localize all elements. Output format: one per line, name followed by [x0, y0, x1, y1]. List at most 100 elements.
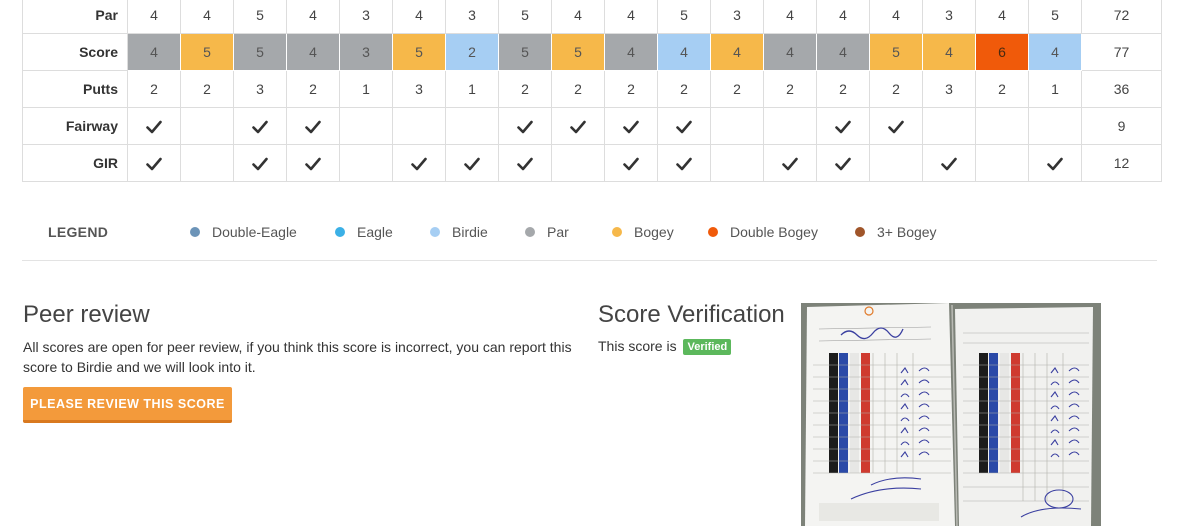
verification-text: This score is: [598, 338, 677, 354]
putts-cell: 3: [233, 70, 287, 108]
par-total: 72: [1081, 0, 1162, 34]
legend-dot-icon: [190, 227, 200, 237]
checkmark-icon: [411, 155, 427, 171]
putts-cell: 2: [657, 70, 711, 108]
score-cell: 2: [445, 33, 499, 71]
gir-check-cell: [551, 144, 605, 182]
gir-check-cell: [657, 144, 711, 182]
checkmark-icon: [676, 118, 692, 134]
putts-cell: 2: [710, 70, 764, 108]
putts-cell: 2: [975, 70, 1029, 108]
par-cell: 4: [551, 0, 605, 34]
gir-check-cell: [816, 144, 870, 182]
par-cell: 3: [710, 0, 764, 34]
par-cell: 4: [180, 0, 234, 34]
gir-check-cell: [392, 144, 446, 182]
gir-check-cell: [498, 144, 552, 182]
par-row-label: Par: [22, 0, 128, 34]
score-cell: 4: [127, 33, 181, 71]
score-row: Score 4 5 5 4 3 5 2 5 5 4 4 4 4 4 5 4 6 4 77: [22, 33, 1162, 71]
score-cell: 4: [604, 33, 658, 71]
scorecard-photo-image: [801, 303, 1101, 526]
score-cell: 5: [869, 33, 923, 71]
legend-item: 3+ Bogey: [855, 224, 937, 240]
legend-title: LEGEND: [48, 224, 109, 240]
legend-label: Par: [547, 224, 569, 240]
par-cell: 4: [869, 0, 923, 34]
gir-check-cell: [1028, 144, 1082, 182]
gir-check-cell: [869, 144, 923, 182]
score-cell: 4: [657, 33, 711, 71]
par-cell: 5: [1028, 0, 1082, 34]
par-cell: 3: [922, 0, 976, 34]
par-cell: 4: [127, 0, 181, 34]
legend-item: Double-Eagle: [190, 224, 297, 240]
checkmark-icon: [464, 155, 480, 171]
fairway-check-cell: [233, 107, 287, 145]
putts-cell: 3: [922, 70, 976, 108]
fairway-check-cell: [127, 107, 181, 145]
par-cell: 5: [498, 0, 552, 34]
legend-label: Eagle: [357, 224, 393, 240]
gir-check-cell: [763, 144, 817, 182]
legend-item: Birdie: [430, 224, 488, 240]
legend-dot-icon: [612, 227, 622, 237]
checkmark-icon: [146, 118, 162, 134]
par-cell: 3: [339, 0, 393, 34]
fairway-check-cell: [922, 107, 976, 145]
legend-label: Birdie: [452, 224, 488, 240]
par-row: Par 4 4 5 4 3 4 3 5 4 4 5 3 4 4 4 3 4 5 72: [22, 0, 1162, 34]
gir-row-label: GIR: [22, 144, 128, 182]
legend-label: 3+ Bogey: [877, 224, 937, 240]
fairway-row: Fairway 9: [22, 107, 1162, 145]
checkmark-icon: [782, 155, 798, 171]
gir-check-cell: [922, 144, 976, 182]
checkmark-icon: [252, 118, 268, 134]
peer-review-title: Peer review: [23, 301, 150, 328]
fairway-check-cell: [339, 107, 393, 145]
score-total: 77: [1081, 33, 1162, 71]
fairway-check-cell: [551, 107, 605, 145]
par-cell: 3: [445, 0, 499, 34]
gir-check-cell: [233, 144, 287, 182]
fairway-check-cell: [816, 107, 870, 145]
par-cell: 4: [392, 0, 446, 34]
fairway-total: 9: [1081, 107, 1162, 145]
fairway-check-cell: [710, 107, 764, 145]
legend-dot-icon: [855, 227, 865, 237]
putts-cell: 1: [445, 70, 499, 108]
score-cell: 4: [922, 33, 976, 71]
fairway-check-cell: [763, 107, 817, 145]
gir-check-cell: [710, 144, 764, 182]
fairway-check-cell: [286, 107, 340, 145]
review-score-button[interactable]: PLEASE REVIEW THIS SCORE: [23, 387, 232, 423]
legend: LEGEND Double-Eagle Eagle Birdie Par Bogey Do…: [22, 212, 1157, 261]
score-cell: 5: [498, 33, 552, 71]
checkmark-icon: [305, 118, 321, 134]
fairway-check-cell: [975, 107, 1029, 145]
checkmark-icon: [676, 155, 692, 171]
putts-cell: 2: [551, 70, 605, 108]
fairway-check-cell: [657, 107, 711, 145]
fairway-check-cell: [604, 107, 658, 145]
score-cell: 4: [816, 33, 870, 71]
par-cell: 4: [975, 0, 1029, 34]
verification-status: This score is Verified: [598, 338, 732, 355]
checkmark-icon: [888, 118, 904, 134]
gir-check-cell: [604, 144, 658, 182]
fairway-check-cell: [498, 107, 552, 145]
gir-check-cell: [975, 144, 1029, 182]
legend-item: Bogey: [612, 224, 674, 240]
fairway-check-cell: [392, 107, 446, 145]
gir-check-cell: [127, 144, 181, 182]
gir-check-cell: [286, 144, 340, 182]
putts-cell: 3: [392, 70, 446, 108]
legend-dot-icon: [335, 227, 345, 237]
score-cell: 5: [180, 33, 234, 71]
peer-review-text: All scores are open for peer review, if …: [23, 339, 572, 375]
putts-cell: 2: [286, 70, 340, 108]
putts-row: Putts 2 2 3 2 1 3 1 2 2 2 2 2 2 2 2 3 2 1 36: [22, 70, 1162, 108]
scorecard-photo[interactable]: [801, 303, 1101, 526]
putts-cell: 2: [180, 70, 234, 108]
par-cell: 5: [233, 0, 287, 34]
